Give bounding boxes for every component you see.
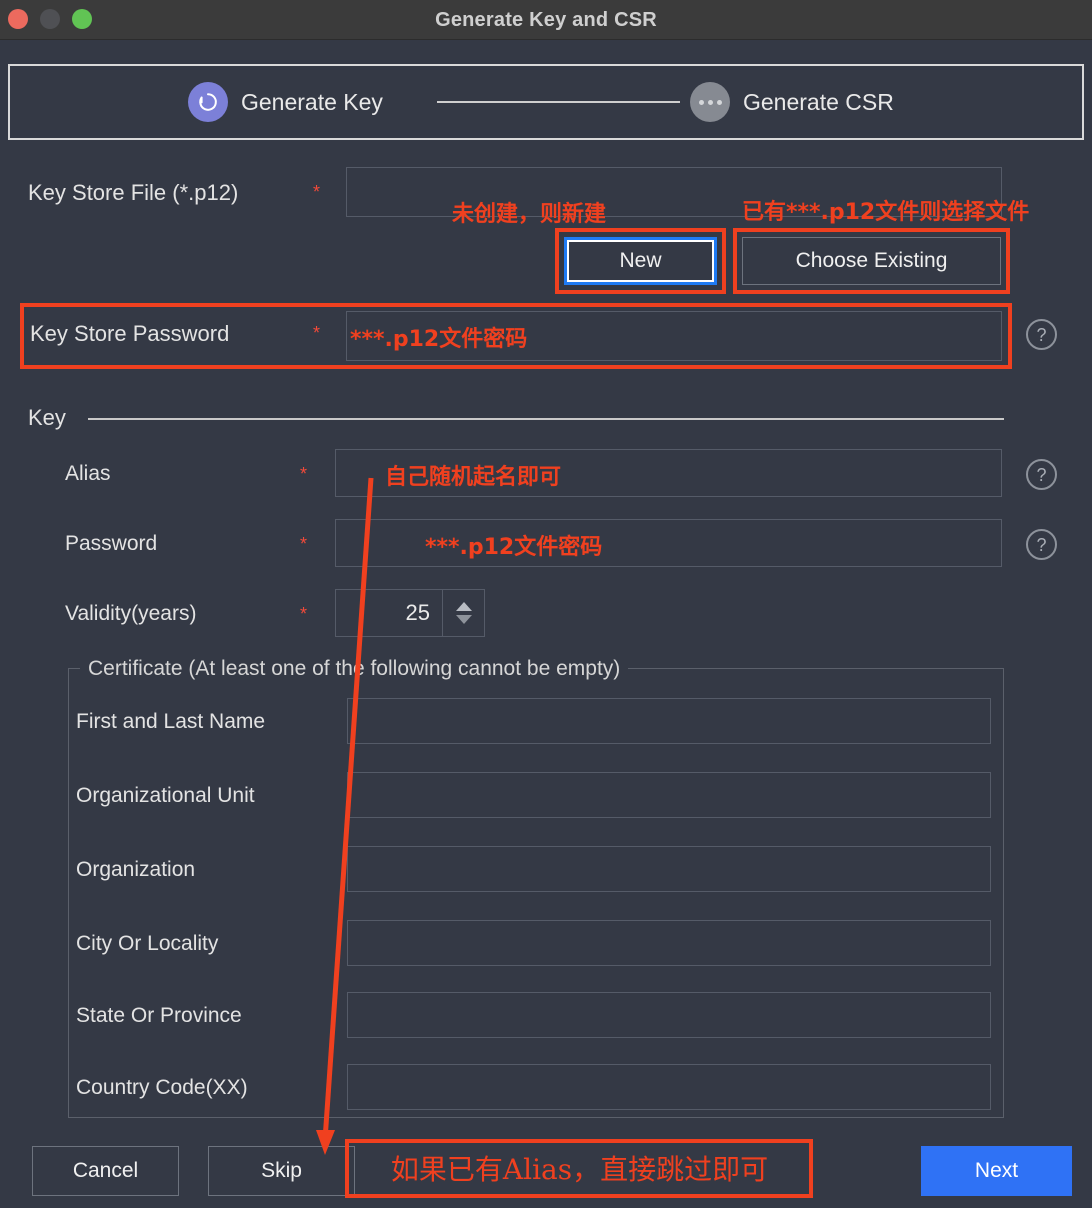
validity-label: Validity(years) (65, 602, 197, 625)
first-and-last-name-input[interactable] (347, 698, 991, 744)
validity-stepper[interactable]: 25 (335, 589, 485, 637)
key-store-file-label: Key Store File (*.p12) (28, 180, 239, 205)
key-section-divider (88, 418, 1004, 420)
help-icon[interactable]: ? (1026, 319, 1057, 350)
key-password-required-mark: * (300, 534, 308, 554)
city-or-locality-label: City Or Locality (76, 932, 219, 955)
cancel-button[interactable]: Cancel (32, 1146, 179, 1196)
state-or-province-input[interactable] (347, 992, 991, 1038)
help-icon[interactable]: ? (1026, 529, 1057, 560)
ellipsis-icon (690, 82, 730, 122)
country-code-input[interactable] (347, 1064, 991, 1110)
key-ring-icon (188, 82, 228, 122)
annotation-choose-existing-hint: 已有***.p12文件则选择文件 (742, 200, 1030, 225)
new-button[interactable]: New (567, 240, 714, 282)
certificate-group-legend: Certificate (At least one of the followi… (80, 657, 629, 681)
next-button[interactable]: Next (921, 1146, 1072, 1196)
annotation-alias-hint: 自己随机起名即可 (385, 465, 562, 490)
chevron-down-icon[interactable] (455, 615, 472, 624)
window-title: Generate Key and CSR (435, 9, 657, 31)
help-icon[interactable]: ? (1026, 459, 1057, 490)
wizard-stepper: Generate Key Generate CSR (8, 64, 1084, 140)
first-and-last-name-label: First and Last Name (76, 710, 266, 733)
annotation-skip-hint: 如果已有Alias，直接跳过即可 (390, 1153, 769, 1186)
key-store-password-label: Key Store Password (30, 321, 230, 346)
annotation-key-password-hint: ***.p12文件密码 (425, 535, 603, 560)
step-generate-key[interactable]: Generate Key (188, 82, 383, 122)
organizational-unit-label: Organizational Unit (76, 784, 255, 807)
validity-required-mark: * (300, 604, 308, 624)
city-or-locality-input[interactable] (347, 920, 991, 966)
alias-required-mark: * (300, 464, 308, 484)
key-section-title: Key (28, 405, 66, 430)
key-store-file-required-mark: * (313, 182, 321, 202)
validity-spinner-arrows[interactable] (442, 590, 484, 636)
chevron-up-icon[interactable] (455, 602, 472, 611)
step-generate-csr-label: Generate CSR (743, 88, 894, 115)
validity-value[interactable]: 25 (336, 590, 442, 636)
organization-label: Organization (76, 858, 196, 881)
skip-button[interactable]: Skip (208, 1146, 355, 1196)
alias-label: Alias (65, 462, 111, 485)
organizational-unit-input[interactable] (347, 772, 991, 818)
stepper-connector-line (437, 101, 680, 103)
country-code-label: Country Code(XX) (76, 1076, 248, 1099)
window-title-bar: Generate Key and CSR (0, 0, 1092, 40)
annotation-key-store-password-hint: ***.p12文件密码 (350, 327, 528, 352)
state-or-province-label: State Or Province (76, 1004, 242, 1027)
organization-input[interactable] (347, 846, 991, 892)
step-generate-csr[interactable]: Generate CSR (690, 82, 894, 122)
choose-existing-button[interactable]: Choose Existing (742, 237, 1001, 285)
key-password-label: Password (65, 532, 158, 555)
key-store-password-required-mark: * (313, 323, 321, 343)
step-generate-key-label: Generate Key (241, 88, 383, 115)
annotation-new-hint: 未创建，则新建 (452, 202, 607, 227)
